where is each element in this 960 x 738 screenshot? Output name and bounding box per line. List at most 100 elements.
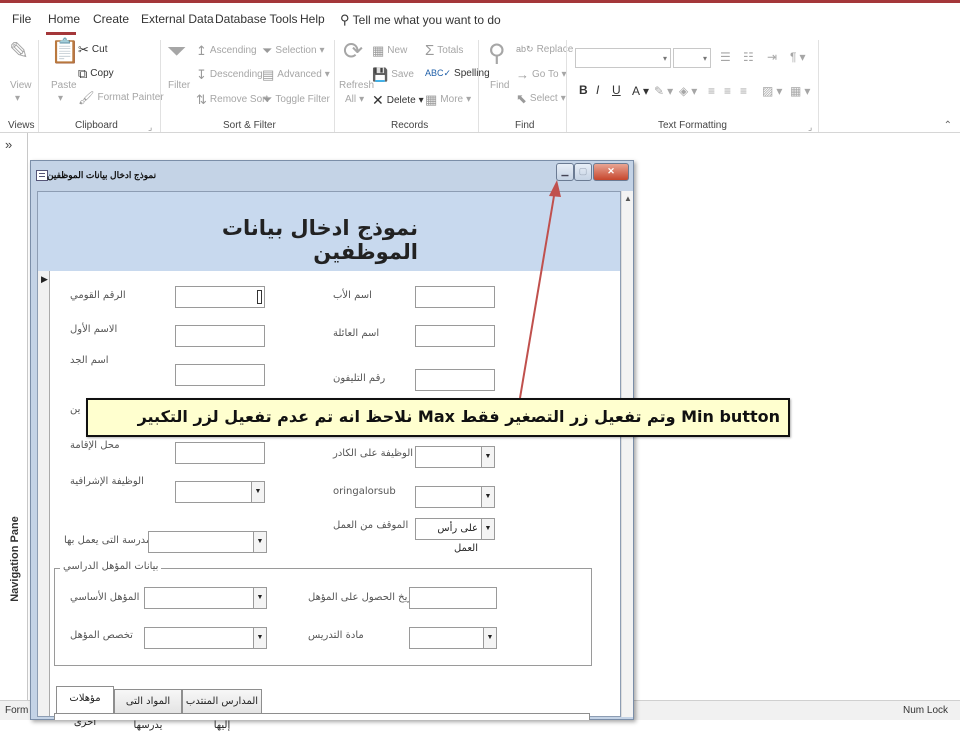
chevron-down-icon[interactable]: ▼ (253, 588, 266, 608)
record-selector[interactable]: ▶ (38, 271, 50, 716)
tab-home[interactable]: Home (48, 12, 80, 26)
indent-button[interactable]: ⇥ (767, 50, 777, 64)
tab-file[interactable]: File (12, 12, 31, 26)
fill-color-button[interactable]: ◈ ▾ (679, 84, 697, 98)
work-status-combo[interactable]: على رأس العمل ▼ (415, 518, 495, 554)
chevron-down-icon[interactable]: ▼ (481, 519, 494, 539)
vertical-scrollbar[interactable]: ▲ (621, 191, 633, 717)
view-dropdown-icon[interactable]: ▾ (15, 93, 20, 104)
selection-filter-icon: ⏷ (262, 43, 273, 58)
first-name-field[interactable] (175, 325, 265, 347)
cut-button[interactable]: ✂ Cut (78, 43, 107, 56)
new-record-button[interactable]: ▦ New (372, 44, 407, 57)
view-icon: ✎ (9, 38, 30, 65)
paste-button[interactable]: Paste (51, 80, 77, 91)
filter-button[interactable]: Filter (168, 80, 190, 91)
find-button[interactable]: Find (490, 80, 509, 91)
save-icon: 💾 (372, 67, 389, 82)
format-painter-button[interactable]: 🖌 Format Painter (78, 91, 164, 104)
goto-button[interactable]: → Go To ▾ (516, 68, 567, 81)
label-work-status: الموقف من العمل (333, 520, 409, 531)
search-icon: ⚲ (340, 12, 350, 27)
phone-field[interactable] (415, 369, 495, 391)
navigation-pane[interactable]: » Navigation Pane (0, 133, 28, 700)
collapse-ribbon-icon[interactable]: ⌃ (944, 120, 952, 131)
font-color-button[interactable]: A ▾ (632, 84, 649, 98)
father-name-field[interactable] (415, 286, 495, 308)
tab-subjects-taught[interactable]: المواد التى يدرسها (114, 689, 182, 731)
refresh-button[interactable]: Refresh (339, 80, 374, 91)
refresh-icon: ⟳ (343, 38, 364, 65)
font-name-select[interactable]: ▾ (575, 48, 671, 68)
label-father-name: اسم الأب (333, 290, 372, 301)
chevron-down-icon[interactable]: ▼ (481, 487, 494, 507)
tab-seconded-schools[interactable]: المدارس المنتدب إليها (182, 689, 262, 731)
main-qualification-combo[interactable]: ▼ (144, 587, 267, 609)
expand-nav-pane-icon[interactable]: » (5, 137, 12, 152)
chevron-down-icon[interactable]: ▼ (253, 628, 266, 648)
tab-help[interactable]: Help (300, 12, 325, 26)
align-right-button[interactable]: ≡ (740, 84, 747, 98)
label-family-name: اسم العائلة (333, 328, 380, 339)
selection-button[interactable]: ⏷ Selection ▾ (262, 44, 325, 57)
minimize-button[interactable]: ▁ (556, 163, 574, 181)
scissors-icon: ✂ (78, 42, 89, 57)
view-button[interactable]: View (10, 80, 32, 91)
ribbon: ✎ View ▾ Views 📋 Paste ▾ ✂ Cut ⧉ Copy 🖌 For… (0, 36, 960, 133)
tab-other-qualifications[interactable]: مؤهلات اخرى (56, 686, 114, 728)
chevron-down-icon[interactable]: ▼ (253, 532, 266, 552)
scroll-up-icon[interactable]: ▲ (624, 194, 632, 203)
bullets-button[interactable]: ☰ (720, 50, 731, 64)
clipboard-dialog-launcher-icon[interactable]: ⌟ (148, 122, 152, 133)
align-left-button[interactable]: ≡ (708, 84, 715, 98)
teaching-subject-combo[interactable]: ▼ (409, 627, 497, 649)
chevron-down-icon[interactable]: ▼ (251, 482, 264, 502)
ascending-button[interactable]: ↥ Ascending (196, 44, 257, 57)
save-record-button[interactable]: 💾 Save (372, 68, 414, 81)
spelling-button[interactable]: ABC✓ Spelling (425, 68, 490, 79)
toggle-filter-button[interactable]: ⏷ Toggle Filter (262, 93, 330, 106)
chevron-down-icon[interactable]: ▼ (481, 447, 494, 467)
replace-button[interactable]: ab↻ Replace (516, 44, 573, 55)
tab-external-data[interactable]: External Data (141, 12, 214, 26)
numbering-button[interactable]: ☷ (743, 50, 754, 64)
copy-button[interactable]: ⧉ Copy (78, 67, 114, 80)
advanced-button[interactable]: ▤ Advanced ▾ (262, 68, 330, 81)
national-id-field[interactable] (175, 286, 265, 308)
chevron-down-icon[interactable]: ▼ (483, 628, 496, 648)
highlight-button[interactable]: ✎ ▾ (654, 84, 673, 98)
refresh-all-dropdown[interactable]: All ▾ (345, 94, 364, 105)
underline-button[interactable]: U (612, 83, 621, 97)
font-size-select[interactable]: ▾ (673, 48, 711, 68)
subform-field-combo[interactable]: ▼ (415, 486, 495, 508)
label-job-cadre: الوظيفة على الكادر (333, 448, 414, 459)
grandfather-name-field[interactable] (175, 364, 265, 386)
text-formatting-dialog-launcher-icon[interactable]: ⌟ (808, 122, 812, 133)
descending-button[interactable]: ↧ Descending (196, 68, 263, 81)
tell-me-search[interactable]: ⚲ Tell me what you want to do (340, 12, 501, 28)
active-tab-indicator (46, 32, 76, 35)
bold-button[interactable]: B (579, 83, 588, 97)
family-name-field[interactable] (415, 325, 495, 347)
align-center-button[interactable]: ≡ (724, 84, 731, 98)
paragraph-direction-button[interactable]: ¶ ▾ (790, 50, 805, 64)
delete-record-button[interactable]: ✕ Delete ▾ (372, 93, 424, 107)
paste-dropdown-icon[interactable]: ▾ (58, 93, 63, 104)
more-button[interactable]: ▦ More ▾ (425, 93, 471, 106)
totals-button[interactable]: Σ Totals (425, 43, 463, 58)
qualification-date-field[interactable] (409, 587, 497, 609)
italic-button[interactable]: I (596, 83, 599, 97)
residence-field[interactable] (175, 442, 265, 464)
select-button[interactable]: ⬉ Select ▾ (516, 92, 566, 105)
tab-database-tools[interactable]: Database Tools (215, 12, 298, 26)
job-cadre-combo[interactable]: ▼ (415, 446, 495, 468)
gridlines-button[interactable]: ▦ ▾ (790, 84, 810, 98)
remove-sort-button[interactable]: ⇅ Remove Sort (196, 93, 268, 106)
tab-create[interactable]: Create (93, 12, 129, 26)
supervisory-job-combo[interactable]: ▼ (175, 481, 265, 503)
close-button[interactable]: ✕ (593, 163, 629, 181)
specialization-combo[interactable]: ▼ (144, 627, 267, 649)
alternate-row-color-button[interactable]: ▨ ▾ (762, 84, 782, 98)
qualification-group-legend: بيانات المؤهل الدراسي (60, 561, 162, 572)
school-combo[interactable]: ▼ (148, 531, 267, 553)
